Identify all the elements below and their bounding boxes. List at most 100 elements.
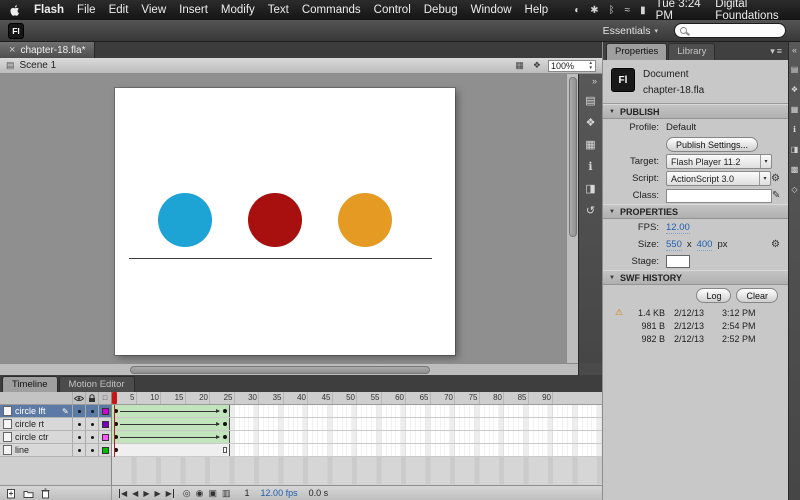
menu-help[interactable]: Help	[525, 4, 549, 16]
wifi-icon[interactable]: ≈	[625, 5, 631, 16]
layer-name[interactable]: circle lft	[15, 406, 62, 416]
script-settings-wrench-icon[interactable]: ⚙	[771, 173, 782, 184]
layer-visibility-dot[interactable]	[78, 423, 81, 426]
go-to-last-frame-button[interactable]: ▶	[166, 489, 174, 498]
menu-edit[interactable]: Edit	[109, 4, 129, 16]
timeline-ruler[interactable]: 51015202530354045505560657075808590	[112, 392, 602, 405]
tab-timeline[interactable]: Timeline	[2, 376, 58, 392]
layer-visibility-cell[interactable]	[72, 418, 85, 430]
menu-commands[interactable]: Commands	[302, 4, 361, 16]
dock-collapse-button[interactable]: »	[592, 76, 602, 86]
stage-horizontal-scrollbar[interactable]	[0, 363, 578, 375]
modify-onion-markers-icon[interactable]: ▥	[222, 488, 231, 499]
menu-text[interactable]: Text	[268, 4, 289, 16]
delete-layer-button[interactable]	[41, 488, 50, 499]
clear-button[interactable]: Clear	[736, 288, 778, 303]
layer-name[interactable]: circle ctr	[15, 432, 72, 442]
layer-outline-cell[interactable]	[98, 431, 111, 443]
horizontal-line-shape[interactable]	[129, 258, 432, 259]
script-dropdown[interactable]: ActionScript 3.0 ▾	[666, 171, 771, 186]
motion-presets-panel-icon[interactable]: ◇	[789, 184, 800, 195]
battery-icon[interactable]: ▮	[640, 5, 646, 16]
frame-row-circle-ctr[interactable]	[112, 431, 602, 444]
layer-visibility-dot[interactable]	[78, 436, 81, 439]
document-name[interactable]: chapter-18.fla	[643, 85, 704, 96]
spotlight-icon[interactable]: ✱	[590, 5, 598, 16]
layer-color-swatch[interactable]	[102, 447, 109, 454]
menubar-username[interactable]: Digital Foundations	[715, 0, 790, 22]
menu-modify[interactable]: Modify	[221, 4, 255, 16]
publish-settings-button[interactable]: Publish Settings...	[666, 137, 758, 152]
swatches-panel-icon[interactable]: ❖	[789, 84, 800, 95]
color-panel-icon[interactable]: ▤	[789, 64, 800, 75]
stage-height-value[interactable]: 400	[697, 239, 713, 251]
motion-tween-span[interactable]	[112, 431, 230, 443]
swatches-panel-icon[interactable]: ❖	[582, 115, 600, 130]
zoom-level-field[interactable]: 100% ▲▼	[548, 60, 596, 72]
fps-value[interactable]: 12.00	[666, 222, 690, 234]
panel-menu-icon[interactable]: ▾ ≡	[764, 46, 788, 57]
edit-scene-button[interactable]: ▦	[513, 60, 526, 71]
layer-name[interactable]: circle rt	[15, 419, 72, 429]
eye-icon[interactable]	[72, 392, 85, 404]
red-circle-shape[interactable]	[248, 193, 302, 247]
layer-visibility-cell[interactable]	[72, 405, 85, 417]
layer-visibility-cell[interactable]	[72, 444, 85, 456]
keyframe-dot[interactable]	[223, 409, 227, 413]
transform-panel-icon[interactable]: ◨	[789, 144, 800, 155]
new-layer-button[interactable]	[6, 488, 16, 499]
frame-row-circle-rt[interactable]	[112, 418, 602, 431]
document-tab[interactable]: × chapter-18.fla*	[0, 42, 95, 58]
step-forward-button[interactable]: ▶	[154, 489, 160, 498]
layer-lock-cell[interactable]	[85, 444, 98, 456]
align-panel-icon[interactable]: ▦	[582, 137, 600, 152]
layer-row-line[interactable]: line	[0, 444, 111, 457]
keyframe-dot[interactable]	[223, 435, 227, 439]
orange-circle-shape[interactable]	[338, 193, 392, 247]
menu-view[interactable]: View	[141, 4, 166, 16]
static-frame-span[interactable]	[112, 444, 230, 456]
playhead-handle[interactable]	[112, 392, 117, 404]
layer-row-circle-lft[interactable]: circle lft ✎	[0, 405, 111, 418]
menu-window[interactable]: Window	[471, 4, 512, 16]
stage-vertical-scrollbar[interactable]	[566, 74, 578, 363]
layer-lock-cell[interactable]	[85, 405, 98, 417]
layer-visibility-dot[interactable]	[78, 410, 81, 413]
motion-tween-span[interactable]	[112, 405, 230, 417]
size-settings-wrench-icon[interactable]: ⚙	[771, 239, 782, 250]
info-panel-icon[interactable]: ℹ	[582, 159, 600, 174]
blue-circle-shape[interactable]	[158, 193, 212, 247]
stage-canvas[interactable]	[115, 88, 455, 355]
onion-skin-outlines-icon[interactable]: ◉	[196, 488, 204, 499]
pasteboard[interactable]	[0, 74, 566, 363]
section-properties[interactable]: ▼ PROPERTIES	[603, 204, 788, 219]
tab-library[interactable]: Library	[668, 43, 715, 60]
stage-vertical-scrollbar-thumb[interactable]	[569, 77, 577, 237]
layer-outline-cell[interactable]	[98, 444, 111, 456]
layer-name[interactable]: line	[15, 445, 72, 455]
layer-lock-dot[interactable]	[91, 410, 94, 413]
layer-color-swatch[interactable]	[102, 434, 109, 441]
current-frame-counter[interactable]: 1	[245, 488, 250, 498]
layer-lock-dot[interactable]	[91, 436, 94, 439]
bluetooth-icon[interactable]: ᛒ	[609, 5, 615, 16]
layer-visibility-cell[interactable]	[72, 431, 85, 443]
search-input[interactable]	[690, 25, 772, 36]
edit-multiple-frames-icon[interactable]: ▣	[209, 488, 218, 499]
dock-collapse-button[interactable]: «	[792, 45, 797, 55]
section-publish[interactable]: ▼ PUBLISH	[603, 104, 788, 119]
layer-lock-cell[interactable]	[85, 418, 98, 430]
layer-color-swatch[interactable]	[102, 421, 109, 428]
menu-insert[interactable]: Insert	[179, 4, 208, 16]
tab-motion-editor[interactable]: Motion Editor	[59, 376, 135, 392]
menubar-clock[interactable]: Tue 3:24 PM	[656, 0, 706, 22]
stage-horizontal-scrollbar-thumb[interactable]	[130, 366, 430, 374]
section-swf-history[interactable]: ▼ SWF HISTORY	[603, 270, 788, 285]
menu-debug[interactable]: Debug	[424, 4, 458, 16]
target-dropdown[interactable]: Flash Player 11.2 ▾	[666, 154, 772, 169]
align-panel-icon[interactable]: ▦	[789, 104, 800, 115]
stage-color-swatch[interactable]	[666, 255, 690, 268]
edit-symbol-button[interactable]: ❖	[531, 60, 543, 71]
log-button[interactable]: Log	[696, 288, 731, 303]
class-edit-pencil-icon[interactable]: ✎	[772, 190, 782, 201]
